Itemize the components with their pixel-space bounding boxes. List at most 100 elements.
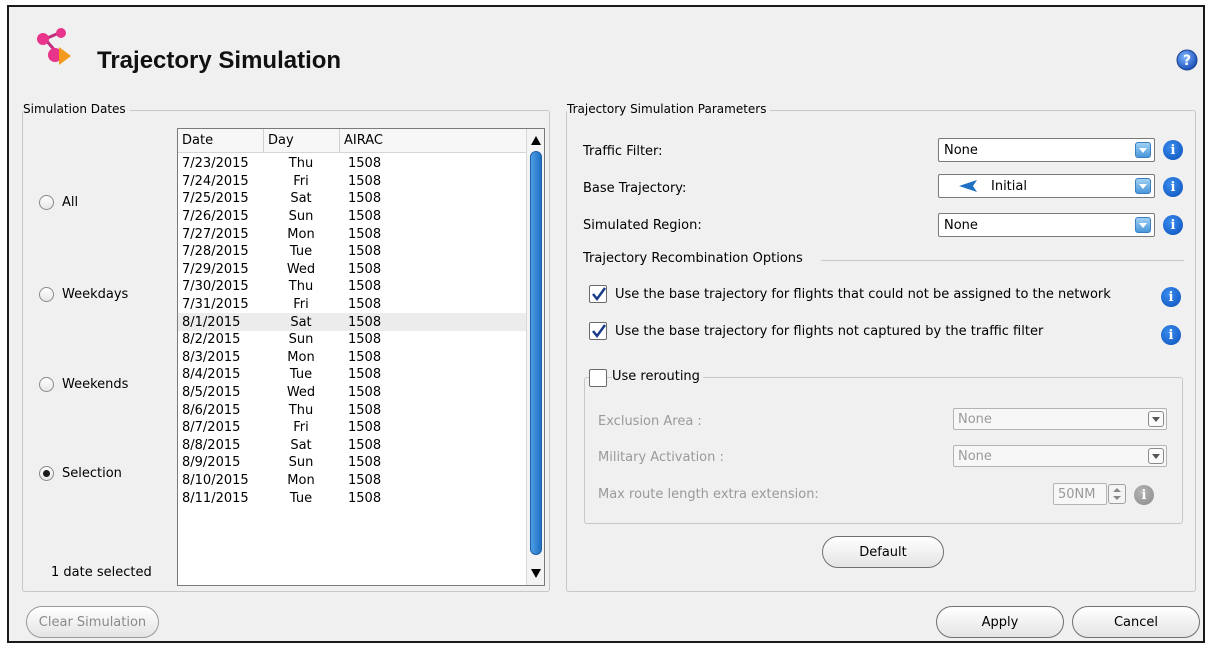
day-cell: Sun <box>288 332 314 348</box>
chevron-down-icon[interactable] <box>1135 142 1151 158</box>
radio-selection-circle[interactable] <box>39 466 54 481</box>
info-icon[interactable]: i <box>1163 215 1183 235</box>
airac-cell: 1508 <box>348 226 382 242</box>
table-row[interactable]: 7/24/2015 Fri 1508 <box>178 173 526 191</box>
base-trajectory-select[interactable]: Initial <box>938 174 1155 198</box>
simulated-region-select[interactable]: None <box>938 213 1155 237</box>
check-use-rerouting[interactable] <box>589 369 607 387</box>
base-trajectory-value: Initial <box>991 178 1027 194</box>
check-not-captured-flights[interactable] <box>589 322 607 340</box>
day-cell: Thu <box>288 402 314 418</box>
table-row[interactable]: 7/25/2015 Sat 1508 <box>178 190 526 208</box>
radio-weekends-label: Weekends <box>62 377 129 392</box>
radio-weekends-circle[interactable] <box>39 377 54 392</box>
radio-weekends[interactable]: Weekends <box>39 377 128 392</box>
table-row[interactable]: 8/3/2015 Mon 1508 <box>178 349 526 367</box>
date-cell: 8/9/2015 <box>182 455 241 471</box>
airac-cell: 1508 <box>348 314 382 330</box>
airac-cell: 1508 <box>348 209 382 225</box>
clear-simulation-button[interactable]: Clear Simulation <box>26 606 159 638</box>
date-cell: 7/30/2015 <box>182 279 249 295</box>
date-cell: 7/29/2015 <box>182 261 249 277</box>
day-cell: Sun <box>288 455 314 471</box>
table-row[interactable]: 8/2/2015 Sun 1508 <box>178 331 526 349</box>
scrollbar-thumb[interactable] <box>530 151 542 555</box>
table-row[interactable]: 8/5/2015 Wed 1508 <box>178 384 526 402</box>
dates-table-header: Date Day AIRAC <box>178 129 526 153</box>
day-cell: Mon <box>287 226 315 242</box>
airac-cell: 1508 <box>348 472 382 488</box>
radio-all-label: All <box>62 195 79 210</box>
scroll-up-icon[interactable] <box>531 136 541 145</box>
date-cell: 8/10/2015 <box>182 472 249 488</box>
table-row[interactable]: 7/31/2015 Fri 1508 <box>178 296 526 314</box>
table-row[interactable]: 8/10/2015 Mon 1508 <box>178 472 526 490</box>
date-cell: 8/11/2015 <box>182 490 249 506</box>
simulated-region-label: Simulated Region: <box>583 218 702 233</box>
cancel-button[interactable]: Cancel <box>1072 606 1200 638</box>
column-header-date[interactable]: Date <box>178 129 264 152</box>
radio-weekdays[interactable]: Weekdays <box>39 287 128 302</box>
airac-cell: 1508 <box>348 349 382 365</box>
table-row[interactable]: 7/29/2015 Wed 1508 <box>178 261 526 279</box>
table-row[interactable]: 8/6/2015 Thu 1508 <box>178 401 526 419</box>
checkmark-icon <box>592 287 607 302</box>
spin-arrows-icon[interactable] <box>1108 484 1126 504</box>
max-extension-label: Max route length extra extension: <box>598 487 819 502</box>
dates-table[interactable]: Date Day AIRAC 7/23/2015 Thu 1508 7/24/2015… <box>177 128 545 586</box>
chevron-down-icon[interactable] <box>1135 217 1151 233</box>
airac-cell: 1508 <box>348 173 382 189</box>
apply-button[interactable]: Apply <box>936 606 1064 638</box>
table-row[interactable]: 8/4/2015 Tue 1508 <box>178 366 526 384</box>
table-row[interactable]: 7/30/2015 Thu 1508 <box>178 278 526 296</box>
table-row[interactable]: 7/28/2015 Tue 1508 <box>178 243 526 261</box>
radio-weekdays-circle[interactable] <box>39 287 54 302</box>
max-extension-spinbox[interactable]: 50NM <box>1053 483 1107 505</box>
table-row[interactable]: 7/23/2015 Thu 1508 <box>178 155 526 173</box>
table-row[interactable]: 7/27/2015 Mon 1508 <box>178 225 526 243</box>
table-row[interactable]: 8/8/2015 Sat 1508 <box>178 437 526 455</box>
info-icon[interactable]: i <box>1161 287 1181 307</box>
radio-selection[interactable]: Selection <box>39 466 122 481</box>
column-header-airac[interactable]: AIRAC <box>340 129 526 152</box>
default-button[interactable]: Default <box>822 536 944 568</box>
military-activation-select[interactable]: None <box>953 445 1167 467</box>
simulation-parameters-legend: Trajectory Simulation Parameters <box>567 102 771 116</box>
info-icon[interactable]: i <box>1163 140 1183 160</box>
chevron-down-icon[interactable] <box>1148 411 1164 427</box>
traffic-filter-label: Traffic Filter: <box>583 144 663 159</box>
date-cell: 8/5/2015 <box>182 385 241 401</box>
check-unassigned-label: Use the base trajectory for flights that… <box>615 287 1111 302</box>
chevron-down-icon[interactable] <box>1148 448 1164 464</box>
table-row[interactable]: 8/9/2015 Sun 1508 <box>178 454 526 472</box>
help-icon[interactable]: ? <box>1176 49 1198 71</box>
radio-selection-label: Selection <box>62 466 122 481</box>
table-row[interactable]: 8/1/2015 Sat 1508 <box>178 313 526 331</box>
column-header-day[interactable]: Day <box>264 129 340 152</box>
dates-table-scrollbar[interactable] <box>526 129 544 585</box>
simulation-dates-legend: Simulation Dates <box>23 102 130 116</box>
exclusion-area-value: None <box>958 411 992 427</box>
info-icon[interactable]: i <box>1163 177 1183 197</box>
traffic-filter-select[interactable]: None <box>938 138 1155 162</box>
radio-all-circle[interactable] <box>39 195 54 210</box>
chevron-down-icon[interactable] <box>1135 178 1151 194</box>
date-cell: 8/1/2015 <box>182 314 241 330</box>
check-unassigned-flights[interactable] <box>589 285 607 303</box>
table-row[interactable]: 8/7/2015 Fri 1508 <box>178 419 526 437</box>
day-cell: Tue <box>289 490 313 506</box>
airac-cell: 1508 <box>348 420 382 436</box>
airac-cell: 1508 <box>348 455 382 471</box>
scroll-down-icon[interactable] <box>531 569 541 578</box>
max-extension-value: 50NM <box>1058 486 1096 502</box>
radio-all[interactable]: All <box>39 195 78 210</box>
info-icon[interactable]: i <box>1161 325 1181 345</box>
table-row[interactable]: 8/11/2015 Tue 1508 <box>178 489 526 507</box>
dates-table-body: 7/23/2015 Thu 1508 7/24/2015 Fri 1508 7/25/201… <box>178 155 526 507</box>
table-row[interactable]: 7/26/2015 Sun 1508 <box>178 208 526 226</box>
date-cell: 8/4/2015 <box>182 367 241 383</box>
airac-cell: 1508 <box>348 332 382 348</box>
exclusion-area-select[interactable]: None <box>953 408 1167 430</box>
day-cell: Wed <box>286 261 316 277</box>
date-cell: 8/2/2015 <box>182 332 241 348</box>
